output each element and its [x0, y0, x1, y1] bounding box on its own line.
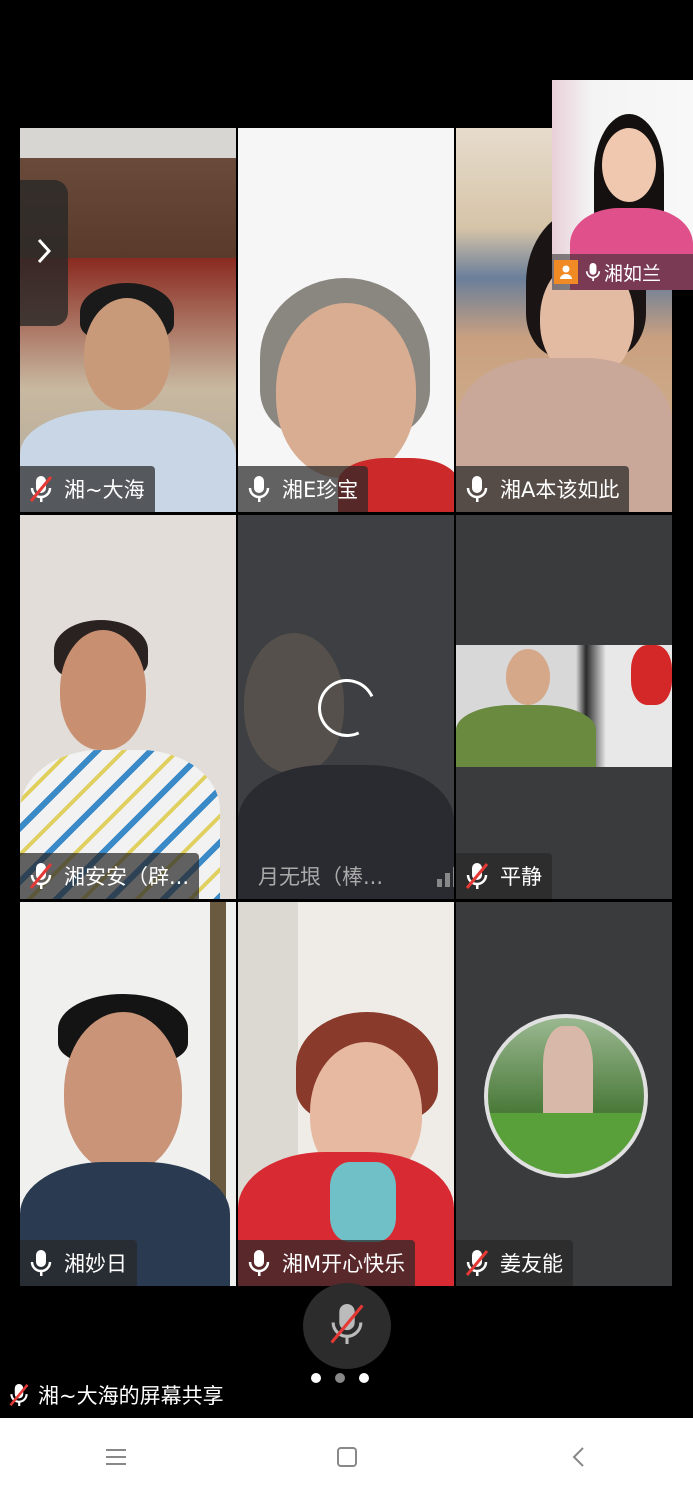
- person-face: [64, 1012, 182, 1172]
- participant-label: 平静: [456, 853, 552, 899]
- scarf: [330, 1162, 396, 1242]
- mic-icon: [246, 474, 272, 504]
- video-tile-8[interactable]: 湘M开心快乐: [238, 902, 454, 1286]
- video-grid: 湘~大海 湘E珍宝 湘A本该如此 湘安安（辟... 月无垠（棒... 平静 湘妙…: [20, 128, 673, 1286]
- video-tile-6[interactable]: 平静: [456, 515, 672, 899]
- video-tile-7[interactable]: 湘妙日: [20, 902, 236, 1286]
- person-body: [456, 705, 596, 767]
- participant-label: 湘E珍宝: [238, 466, 369, 512]
- person-face: [276, 303, 416, 478]
- participant-label: 湘妙日: [20, 1240, 137, 1286]
- mic-muted-icon: [28, 474, 54, 504]
- participant-label: 湘如兰: [552, 254, 693, 290]
- participant-name: 月无垠（棒...: [258, 865, 384, 889]
- participant-label: 姜友能: [456, 1240, 573, 1286]
- mic-icon: [246, 1248, 272, 1278]
- video-tile-2[interactable]: 湘E珍宝: [238, 128, 454, 512]
- system-nav-bar: [0, 1418, 693, 1500]
- participant-label: 湘~大海: [20, 466, 155, 512]
- participant-label: 湘M开心快乐: [238, 1240, 416, 1286]
- mic-muted-icon: [464, 861, 490, 891]
- home-square-icon: [336, 1446, 358, 1472]
- avatar: [484, 1014, 648, 1178]
- back-chevron-icon: [571, 1446, 585, 1472]
- person-face: [602, 128, 656, 202]
- participant-name: 湘A本该如此: [500, 478, 620, 502]
- menu-button[interactable]: [86, 1429, 146, 1489]
- participant-name: 湘如兰: [604, 262, 662, 285]
- signal-strength-icon: [437, 865, 454, 887]
- expand-panel-button[interactable]: [20, 180, 68, 326]
- page-dot[interactable]: [311, 1373, 321, 1383]
- person-face: [84, 298, 170, 410]
- participant-label: 湘A本该如此: [456, 466, 630, 512]
- screen-share-text: 湘~大海的屏幕共享: [38, 1384, 224, 1408]
- participant-name: 湘妙日: [64, 1252, 127, 1276]
- video-feed: [456, 645, 672, 767]
- mic-muted-icon: [8, 1382, 30, 1408]
- participant-name: 平静: [500, 865, 542, 889]
- participant-name: 湘M开心快乐: [282, 1252, 406, 1276]
- home-button[interactable]: [317, 1429, 377, 1489]
- mic-muted-icon: [464, 1248, 490, 1278]
- participant-name: 湘E珍宝: [282, 478, 359, 502]
- mic-icon: [464, 474, 490, 504]
- mic-muted-icon: [327, 1298, 367, 1354]
- participant-label: 湘安安（辟...: [20, 853, 200, 899]
- participant-name: 湘安安（辟...: [64, 865, 190, 889]
- chevron-right-icon: [35, 236, 53, 270]
- participant-name: 湘~大海: [64, 478, 145, 502]
- mute-toggle-button[interactable]: [303, 1283, 391, 1369]
- participant-label: 月无垠（棒...: [238, 853, 454, 899]
- menu-icon: [105, 1448, 127, 1470]
- self-view-pip[interactable]: 湘如兰: [552, 80, 693, 290]
- decoration: [631, 645, 672, 705]
- mic-icon: [584, 260, 602, 284]
- page-dot[interactable]: [335, 1373, 345, 1383]
- person-face: [60, 630, 146, 750]
- person-face: [506, 649, 550, 705]
- mic-muted-icon: [28, 861, 54, 891]
- video-tile-9[interactable]: 姜友能: [456, 902, 672, 1286]
- participant-name: 姜友能: [500, 1252, 563, 1276]
- screen-share-status[interactable]: 湘~大海的屏幕共享: [8, 1380, 224, 1410]
- page-dot[interactable]: [359, 1373, 369, 1383]
- page-indicator: [311, 1373, 369, 1383]
- mic-icon: [28, 1248, 54, 1278]
- back-button[interactable]: [548, 1429, 608, 1489]
- video-tile-5[interactable]: 月无垠（棒...: [238, 515, 454, 899]
- video-tile-4[interactable]: 湘安安（辟...: [20, 515, 236, 899]
- person-badge-icon: [554, 260, 578, 284]
